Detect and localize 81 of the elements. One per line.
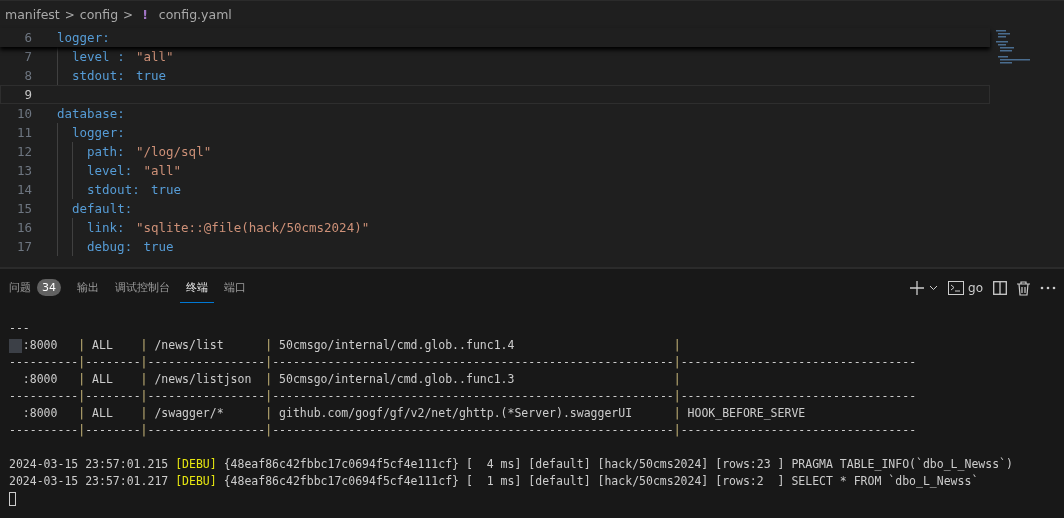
column-divider: | <box>78 405 86 422</box>
yaml-key: level: <box>87 163 133 178</box>
cursor-icon <box>9 491 16 506</box>
terminal-icon <box>948 281 965 295</box>
yaml-value: "all" <box>143 163 182 178</box>
yaml-value: true <box>150 182 182 197</box>
log-line: 2024-03-15 23:57:01.217 [DEBU] {48eaf86c42fbbc17c0694f5cf4e111cf} [ 1 ms] [default] [hack/50cms2024] [rows:2 ] SELECT * FROM `dbo_L_Newss` <box>9 474 979 488</box>
breadcrumb-item[interactable]: config.yaml <box>158 7 232 22</box>
table-cell: ALL <box>92 338 113 352</box>
yaml-key: stdout: <box>72 68 125 83</box>
table-cell: HOOK_BEFORE_SERVE <box>687 406 806 420</box>
panel-tab[interactable]: 端口 <box>218 273 252 303</box>
yaml-key: stdout: <box>87 182 140 197</box>
line-number: 12 <box>15 144 32 159</box>
column-divider: | <box>673 405 681 422</box>
yaml-file-icon: ! <box>142 7 148 22</box>
yaml-value: true <box>135 68 167 83</box>
terminal-name[interactable]: go <box>968 281 983 295</box>
line-number: 15 <box>15 201 32 216</box>
column-divider: | <box>140 371 148 388</box>
breadcrumb-separator: > <box>64 7 75 22</box>
line-number: 7 <box>23 49 32 64</box>
line-number: 16 <box>15 220 32 235</box>
panel-tab[interactable]: 输出 <box>71 273 105 303</box>
line-number: 17 <box>15 239 32 254</box>
column-divider: | <box>140 405 148 422</box>
panel-tab[interactable]: 调试控制台 <box>109 273 176 303</box>
table-cell: ALL <box>92 406 113 420</box>
table-rule: ----------|--------|-----------------|----------------------------------------------------------|---------------------------------- <box>9 389 917 403</box>
yaml-key: logger: <box>57 30 110 45</box>
table-cell: /swagger/* <box>154 406 224 420</box>
yaml-key: logger: <box>72 125 125 140</box>
yaml-key: database: <box>57 106 125 121</box>
line-number: 11 <box>15 125 32 140</box>
terminal-line: --- <box>9 321 30 335</box>
yaml-value: "/log/sql" <box>135 144 212 159</box>
yaml-value: "all" <box>135 49 174 64</box>
breadcrumb-item[interactable]: config <box>79 7 119 22</box>
line-number: 13 <box>15 163 32 178</box>
table-cell: :8000 <box>22 406 58 420</box>
chevron-down-icon[interactable] <box>929 285 939 291</box>
trash-icon[interactable] <box>1017 280 1030 296</box>
panel-tab[interactable]: 终端 <box>180 273 214 303</box>
table-rule: ----------|--------|-----------------|----------------------------------------------------------|---------------------------------- <box>9 423 917 437</box>
breadcrumb-item[interactable]: manifest <box>5 7 60 22</box>
line-number: 9 <box>23 87 32 102</box>
breadcrumb-separator: > <box>123 7 134 22</box>
table-cell: /news/listjson <box>154 372 252 386</box>
count-badge: 34 <box>37 279 61 296</box>
split-icon[interactable] <box>993 281 1007 295</box>
panel-tab[interactable]: 问题 34 <box>8 273 67 303</box>
column-divider: | <box>673 337 681 354</box>
column-divider: | <box>140 337 148 354</box>
table-cell: /news/list <box>154 338 224 352</box>
log-line: 2024-03-15 23:57:01.215 [DEBU] {48eaf86c42fbbc17c0694f5cf4e111cf} [ 4 ms] [default] [hack/50cms2024] [rows:23 ] PRAGMA TABLE_INFO(`dbo_L_Newss`) <box>9 457 1013 471</box>
yaml-value: "sqlite::@file(hack/50cms2024)" <box>135 220 370 235</box>
table-cell: :8000 <box>22 338 58 352</box>
line-number: 14 <box>15 182 32 197</box>
table-cell: :8000 <box>22 372 58 386</box>
column-divider: | <box>673 371 681 388</box>
column-divider: | <box>265 405 273 422</box>
yaml-key: default: <box>72 201 133 216</box>
table-cell: 50cmsgo/internal/cmd.glob..func1.3 <box>279 372 515 386</box>
yaml-key: debug: <box>87 239 133 254</box>
line-number: 8 <box>23 68 32 83</box>
column-divider: | <box>265 337 273 354</box>
line-number: 6 <box>23 30 32 45</box>
column-divider: | <box>78 337 86 354</box>
table-cell: 50cmsgo/internal/cmd.glob..func1.4 <box>279 338 515 352</box>
yaml-key: level : <box>72 49 125 64</box>
more-icon[interactable] <box>1040 286 1056 290</box>
yaml-value: true <box>143 239 174 254</box>
table-cell: github.com/gogf/gf/v2/net/ghttp.(*Server).swaggerUI <box>279 406 633 420</box>
table-rule: ----------|--------|-----------------|----------------------------------------------------------|---------------------------------- <box>9 355 917 369</box>
line-number: 10 <box>15 106 32 121</box>
column-divider: | <box>265 371 273 388</box>
yaml-key: link: <box>87 220 125 235</box>
column-divider: | <box>78 371 86 388</box>
plus-icon[interactable] <box>910 281 925 295</box>
table-cell: ALL <box>92 372 113 386</box>
yaml-key: path: <box>87 144 125 159</box>
